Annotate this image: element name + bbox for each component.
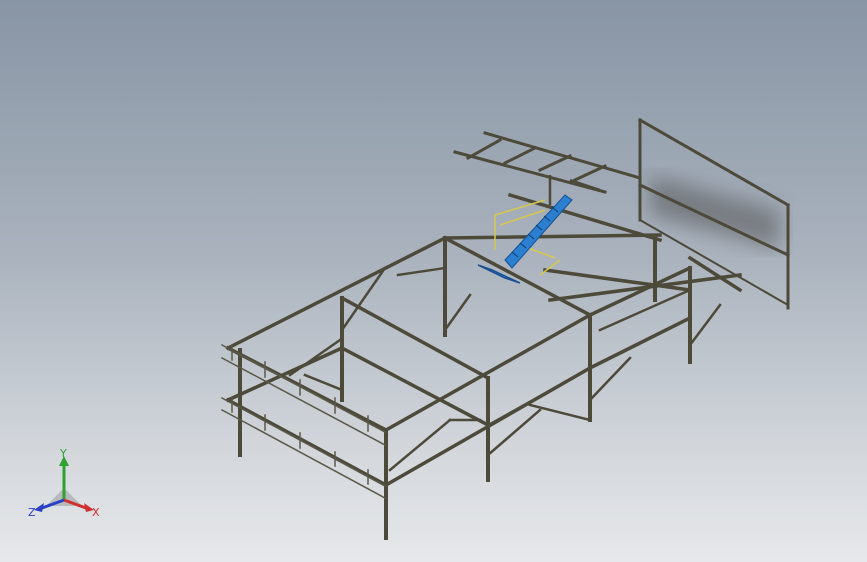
graphics-viewport[interactable]: Y X Z [0, 0, 867, 562]
stair-flight [504, 194, 573, 269]
y-axis-label: Y [59, 448, 67, 460]
frame-members [220, 117, 791, 540]
steel-structure-model[interactable] [0, 0, 867, 562]
wall-shadow [650, 175, 780, 250]
axis-triad[interactable]: Y X Z [24, 448, 104, 528]
z-axis-label: Z [28, 506, 36, 519]
x-axis-label: X [92, 506, 100, 519]
